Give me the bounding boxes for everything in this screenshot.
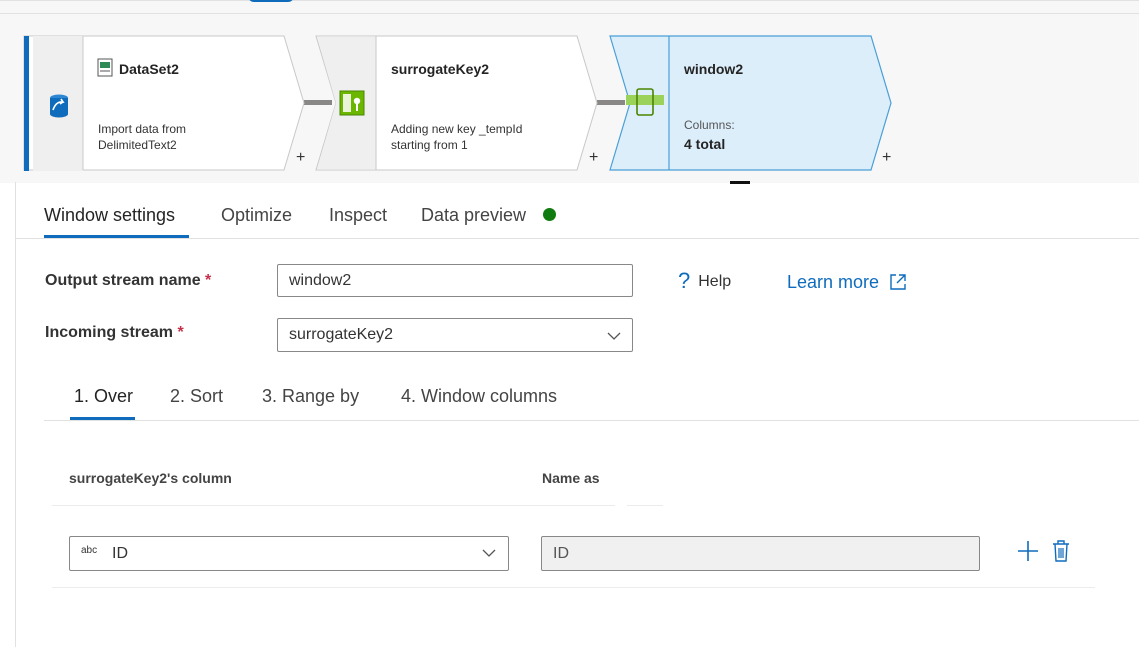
node-description: Adding new key _tempId starting from 1 (391, 121, 522, 153)
connector-2-3 (597, 100, 625, 105)
node-desc-line: Import data from (98, 122, 187, 136)
output-stream-name-label: Output stream name * (45, 272, 211, 290)
chevron-down-icon[interactable] (607, 331, 621, 341)
node-desc-line: starting from 1 (391, 138, 468, 152)
tab-data-preview[interactable]: Data preview (421, 205, 526, 226)
add-transform-button[interactable]: + (296, 150, 305, 166)
over-column-select[interactable]: ID (69, 536, 509, 571)
subtabs-divider (44, 420, 1139, 421)
connector-1-2 (304, 100, 332, 105)
panel-resize-handle[interactable] (730, 181, 750, 184)
question-mark-icon: ? (678, 268, 691, 293)
node-desc-line: Adding new key _tempId (391, 122, 523, 136)
node-window2[interactable] (609, 35, 892, 171)
required-marker: * (205, 272, 212, 289)
output-stream-name-input[interactable]: window2 (277, 264, 633, 297)
header-divider (52, 505, 615, 506)
tab-optimize[interactable]: Optimize (221, 205, 292, 226)
flow-diagram (23, 35, 892, 171)
subtab-window-columns[interactable]: 4. Window columns (401, 386, 557, 407)
add-row-icon[interactable] (1017, 540, 1039, 562)
required-marker: * (177, 324, 184, 341)
delete-trash-icon[interactable] (1051, 539, 1071, 563)
source-database-icon (50, 94, 68, 118)
surrogate-key-icon (339, 90, 365, 116)
column-header-name-as: Name as (542, 470, 600, 486)
tab-inspect[interactable]: Inspect (329, 205, 387, 226)
external-link-icon (890, 274, 906, 290)
string-type-icon: abc (81, 545, 98, 556)
label-text: Output stream name (45, 272, 201, 289)
incoming-stream-select[interactable]: surrogateKey2 (277, 318, 633, 352)
row-divider (52, 587, 1095, 588)
chevron-down-icon[interactable] (482, 548, 496, 558)
node-columns-label: Columns: (684, 118, 735, 132)
node-description: Import data from DelimitedText2 (98, 121, 186, 153)
incoming-stream-value: surrogateKey2 (289, 326, 394, 343)
add-transform-button[interactable]: + (589, 150, 598, 166)
tabs-divider (15, 238, 1139, 239)
header-divider (627, 505, 663, 506)
help-link[interactable]: ? Help (678, 266, 732, 293)
panel-left-border (15, 182, 16, 647)
subtab-over[interactable]: 1. Over (74, 386, 133, 407)
node-title: DataSet2 (119, 61, 179, 77)
csv-file-icon (97, 58, 113, 77)
add-transform-button[interactable]: + (882, 150, 891, 166)
node-desc-line: DelimitedText2 (98, 138, 177, 152)
column-header-source: surrogateKey2's column (69, 470, 232, 486)
help-label: Help (698, 273, 732, 290)
data-preview-status-icon (543, 208, 556, 221)
label-text: Incoming stream (45, 324, 174, 341)
subtab-sort[interactable]: 2. Sort (170, 386, 223, 407)
node-title: surrogateKey2 (391, 61, 490, 77)
incoming-stream-label: Incoming stream * (45, 324, 184, 342)
node-title: window2 (684, 61, 744, 77)
learn-more-label: Learn more (787, 272, 880, 292)
node-columns-count: 4 total (684, 136, 726, 152)
name-as-input[interactable]: ID (541, 536, 980, 571)
tab-window-settings[interactable]: Window settings (44, 205, 175, 226)
over-column-value: ID (112, 545, 128, 562)
learn-more-link[interactable]: Learn more (787, 270, 907, 293)
subtab-range-by[interactable]: 3. Range by (262, 386, 359, 407)
